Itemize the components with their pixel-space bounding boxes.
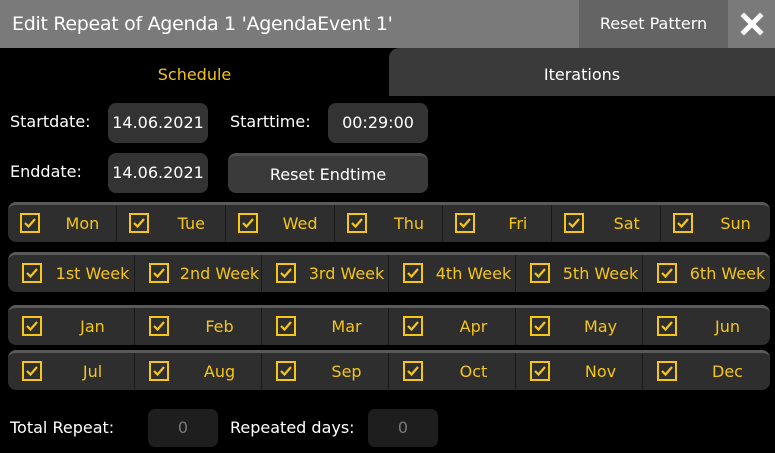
toggle-apr[interactable]: Apr [389, 308, 516, 345]
toggle-1st-week[interactable]: 1st Week [8, 255, 135, 292]
toggle-label: Sat [613, 214, 640, 233]
close-button[interactable] [729, 0, 775, 48]
close-icon [740, 12, 764, 36]
checkbox-icon [530, 316, 550, 336]
toggle-mar[interactable]: Mar [262, 308, 389, 345]
toggle-sep[interactable]: Sep [262, 353, 389, 390]
toggle-label: Jan [80, 317, 105, 336]
toggle-aug[interactable]: Aug [135, 353, 262, 390]
toggle-label: Tue [177, 214, 205, 233]
checkbox-icon [403, 361, 423, 381]
toggle-thu[interactable]: Thu [335, 205, 444, 242]
toggle-oct[interactable]: Oct [389, 353, 516, 390]
checkbox-icon [455, 213, 476, 233]
repeated-days-value: 0 [368, 409, 438, 447]
toggle-sun[interactable]: Sun [661, 205, 770, 242]
starttime-label: Starttime: [230, 112, 311, 131]
toggle-label: 3rd Week [308, 264, 385, 283]
months-row-2: Jul Aug Sep Oct Nov Dec [8, 350, 770, 390]
toggle-label: 2nd Week [179, 264, 260, 283]
toggle-label: Jul [82, 362, 103, 381]
checkbox-icon [149, 361, 169, 381]
checkbox-icon [22, 263, 42, 283]
toggle-label: Sep [331, 362, 362, 381]
checkbox-icon [22, 361, 42, 381]
weekdays-row: Mon Tue Wed Thu Fri Sat Sun [8, 202, 770, 242]
toggle-label: Fri [508, 214, 528, 233]
repeated-days-label: Repeated days: [230, 418, 355, 437]
total-repeat-label: Total Repeat: [10, 418, 115, 437]
checkbox-icon [22, 316, 42, 336]
toggle-label: Nov [584, 362, 617, 381]
months-row-1: Jan Feb Mar Apr May Jun [8, 305, 770, 345]
checkbox-icon [149, 263, 169, 283]
starttime-field[interactable]: 00:29:00 [328, 103, 428, 143]
startdate-field[interactable]: 14.06.2021 [108, 103, 208, 143]
toggle-fri[interactable]: Fri [443, 205, 553, 242]
checkbox-icon [237, 213, 258, 233]
toggle-jan[interactable]: Jan [8, 308, 135, 345]
toggle-4th-week[interactable]: 4th Week [389, 255, 516, 292]
toggle-5th-week[interactable]: 5th Week [516, 255, 643, 292]
checkbox-icon [128, 213, 149, 233]
tab-schedule[interactable]: Schedule [0, 48, 389, 96]
toggle-label: Apr [459, 317, 488, 336]
toggle-label: Sun [720, 214, 751, 233]
title-bar: Edit Repeat of Agenda 1 'AgendaEvent 1' … [0, 0, 775, 48]
toggle-label: 4th Week [435, 264, 512, 283]
reset-pattern-button[interactable]: Reset Pattern [579, 0, 728, 48]
toggle-label: Feb [205, 317, 234, 336]
toggle-label: May [583, 317, 618, 336]
checkbox-icon [530, 263, 550, 283]
toggle-label: Jun [715, 317, 740, 336]
toggle-jun[interactable]: Jun [643, 308, 770, 345]
toggle-2nd-week[interactable]: 2nd Week [135, 255, 262, 292]
startdate-label: Startdate: [10, 112, 91, 131]
toggle-3rd-week[interactable]: 3rd Week [262, 255, 389, 292]
toggle-label: Aug [203, 362, 236, 381]
toggle-label: 1st Week [55, 264, 130, 283]
tab-iterations[interactable]: Iterations [389, 48, 775, 96]
toggle-mon[interactable]: Mon [8, 205, 117, 242]
checkbox-icon [346, 213, 367, 233]
checkbox-icon [276, 316, 296, 336]
toggle-6th-week[interactable]: 6th Week [643, 255, 770, 292]
checkbox-icon [657, 263, 677, 283]
window-title: Edit Repeat of Agenda 1 'AgendaEvent 1' [12, 13, 393, 35]
checkbox-icon [276, 361, 296, 381]
toggle-label: 6th Week [689, 264, 766, 283]
toggle-label: Mar [331, 317, 362, 336]
toggle-label: Thu [393, 214, 425, 233]
tab-bar: Schedule Iterations [0, 48, 775, 96]
checkbox-icon [276, 263, 296, 283]
toggle-nov[interactable]: Nov [516, 353, 643, 390]
total-repeat-value: 0 [148, 409, 218, 447]
enddate-field[interactable]: 14.06.2021 [108, 153, 208, 193]
toggle-label: Wed [282, 214, 318, 233]
toggle-feb[interactable]: Feb [135, 308, 262, 345]
toggle-label: Mon [65, 214, 100, 233]
enddate-label: Enddate: [10, 162, 82, 181]
toggle-label: Oct [459, 362, 488, 381]
checkbox-icon [657, 361, 677, 381]
checkbox-icon [564, 213, 585, 233]
reset-endtime-button[interactable]: Reset Endtime [228, 153, 428, 193]
checkbox-icon [403, 316, 423, 336]
toggle-label: 5th Week [562, 264, 639, 283]
weeks-row: 1st Week 2nd Week 3rd Week 4th Week 5th Week… [8, 252, 770, 292]
checkbox-icon [403, 263, 423, 283]
checkbox-icon [149, 316, 169, 336]
toggle-tue[interactable]: Tue [117, 205, 226, 242]
checkbox-icon [20, 213, 40, 233]
checkbox-icon [657, 316, 677, 336]
toggle-sat[interactable]: Sat [552, 205, 662, 242]
toggle-may[interactable]: May [516, 308, 643, 345]
toggle-wed[interactable]: Wed [226, 205, 335, 242]
toggle-label: Dec [712, 362, 743, 381]
checkbox-icon [530, 361, 550, 381]
checkbox-icon [673, 213, 694, 233]
toggle-dec[interactable]: Dec [643, 353, 770, 390]
toggle-jul[interactable]: Jul [8, 353, 135, 390]
